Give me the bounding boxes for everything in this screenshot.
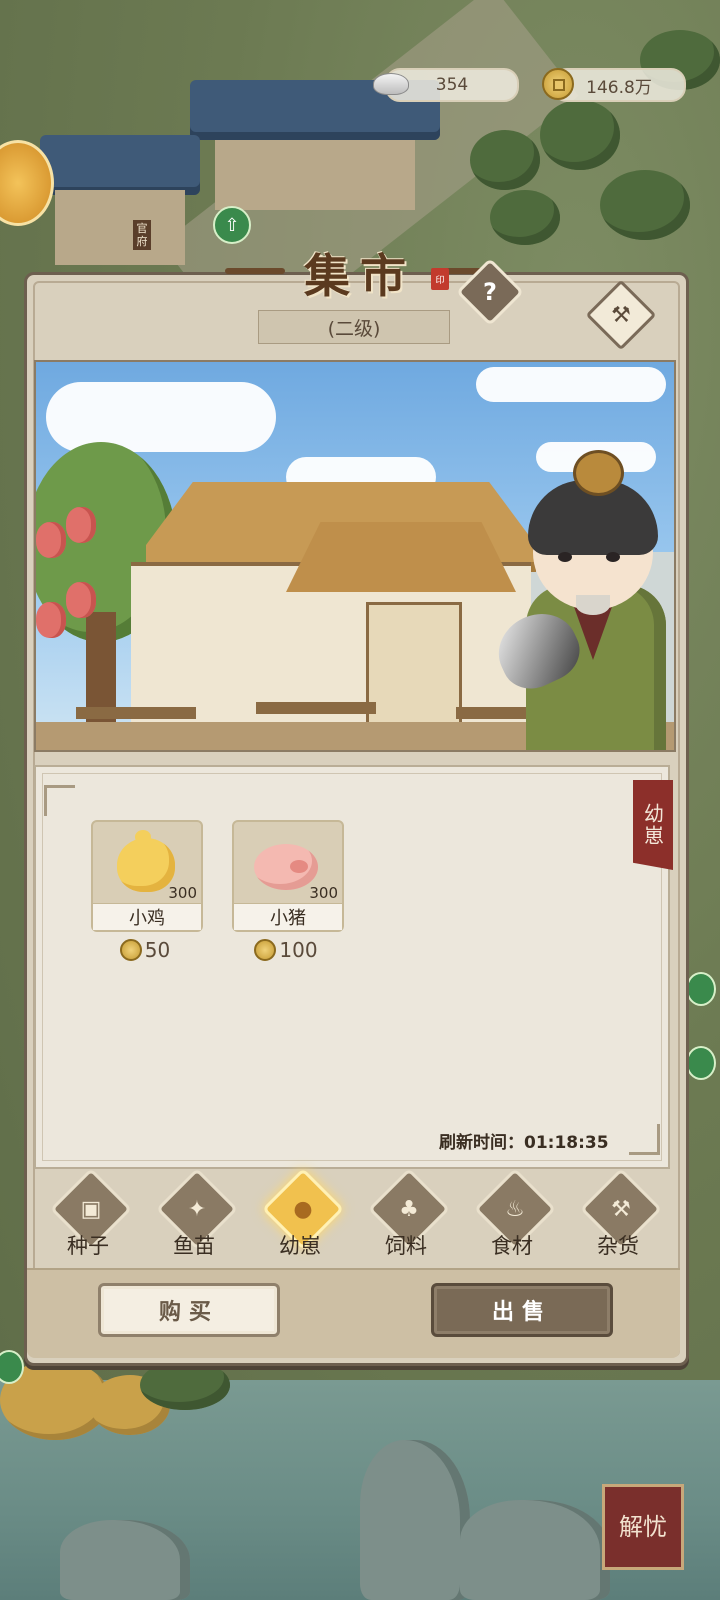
tree xyxy=(140,1360,230,1410)
question-icon: ? xyxy=(483,278,497,306)
official-advisor-character xyxy=(486,440,668,750)
tab-sundries[interactable]: ⚒ 杂货 xyxy=(578,1167,663,1266)
tab-young-animals[interactable]: ● 幼崽 xyxy=(260,1167,345,1266)
copper-coin-icon xyxy=(540,66,576,102)
hammer-icon: ⚒ xyxy=(611,302,631,328)
tab-seeds[interactable]: ▣ 种子 xyxy=(48,1167,133,1266)
goods-price: 100 xyxy=(232,938,340,962)
character-beard xyxy=(576,595,610,615)
goods-quantity: 300 xyxy=(309,884,338,902)
character-eye xyxy=(558,552,572,562)
building-sign[interactable]: 官府 xyxy=(133,220,151,250)
red-lantern-icon xyxy=(66,582,96,618)
silver-amount: 354 xyxy=(435,75,469,95)
coin-counter[interactable]: 146.8万 xyxy=(542,68,686,102)
copper-coin-icon xyxy=(119,939,142,961)
river-rock xyxy=(460,1500,610,1600)
goods-item[interactable]: 300 小猪 100 xyxy=(232,820,344,962)
government-hall-wall xyxy=(215,140,415,210)
tab-feed[interactable]: ♣ 饲料 xyxy=(366,1167,451,1266)
tree xyxy=(540,100,620,170)
goods-price: 50 xyxy=(91,938,199,962)
sell-button[interactable]: 出售 xyxy=(431,1283,613,1337)
tab-label: 鱼苗 xyxy=(173,1234,215,1258)
tab-label: 饲料 xyxy=(385,1234,427,1258)
goods-price-value: 100 xyxy=(279,938,318,962)
cloud xyxy=(476,367,666,402)
river-rock xyxy=(360,1440,470,1600)
tea-table xyxy=(256,702,376,714)
frame-corner xyxy=(44,785,75,816)
frame-corner xyxy=(629,1124,660,1155)
goods-name: 小鸡 xyxy=(93,903,201,930)
red-lantern-icon xyxy=(36,602,66,638)
tab-fry[interactable]: ✦ 鱼苗 xyxy=(154,1167,239,1266)
tab-label: 种子 xyxy=(67,1234,109,1258)
goods-item[interactable]: 300 小鸡 50 xyxy=(91,820,203,962)
tab-label: 幼崽 xyxy=(279,1234,321,1258)
market-level: (二级) xyxy=(258,310,450,344)
shop-roof-front xyxy=(286,522,516,592)
character-eye xyxy=(606,552,620,562)
red-lantern-icon xyxy=(36,522,66,558)
hair-crown-icon xyxy=(573,450,624,496)
panel-title: 集市 xyxy=(304,249,416,303)
buy-button[interactable]: 购买 xyxy=(98,1283,280,1337)
goods-card[interactable]: 300 小猪 xyxy=(232,820,344,932)
refresh-label: 刷新时间： xyxy=(439,1133,524,1153)
worry-relief-button[interactable]: 解忧 xyxy=(602,1484,684,1570)
tab-ingredients[interactable]: ♨ 食材 xyxy=(472,1167,557,1266)
goods-card[interactable]: 300 小鸡 xyxy=(91,820,203,932)
category-tabs: ▣ 种子 ✦ 鱼苗 ● 幼崽 ♣ 饲料 ♨ 食材 ⚒ 杂货 xyxy=(40,1167,670,1266)
refresh-timer: 刷新时间：01:18:35 xyxy=(439,1128,609,1153)
goods-price-value: 50 xyxy=(144,938,171,962)
upgrade-arrow-icon[interactable] xyxy=(686,972,716,1006)
tree xyxy=(470,130,540,190)
category-tag: 幼崽 xyxy=(633,780,673,870)
silver-counter[interactable]: 354 xyxy=(373,68,519,102)
side-building-wall xyxy=(55,190,185,265)
title-swirl-left xyxy=(225,268,285,274)
refresh-countdown: 01:18:35 xyxy=(524,1133,609,1153)
coin-amount: 146.8万 xyxy=(586,77,652,98)
market-stall xyxy=(76,707,196,719)
tab-label: 杂货 xyxy=(597,1234,639,1258)
river-rock xyxy=(60,1520,190,1600)
tree xyxy=(600,170,690,240)
copper-coin-icon xyxy=(254,939,277,961)
title-seal-icon: 印 xyxy=(431,268,449,290)
tab-label: 食材 xyxy=(491,1234,533,1258)
upgrade-arrow-icon[interactable] xyxy=(686,1046,716,1080)
panel-title-banner: 集市 xyxy=(225,238,495,308)
red-lantern-icon xyxy=(66,507,96,543)
goods-quantity: 300 xyxy=(168,884,197,902)
side-building-roof xyxy=(40,135,200,195)
goods-name: 小猪 xyxy=(234,903,342,930)
silver-ingot-icon xyxy=(373,66,409,102)
cloud xyxy=(46,382,276,452)
tree xyxy=(490,190,560,245)
